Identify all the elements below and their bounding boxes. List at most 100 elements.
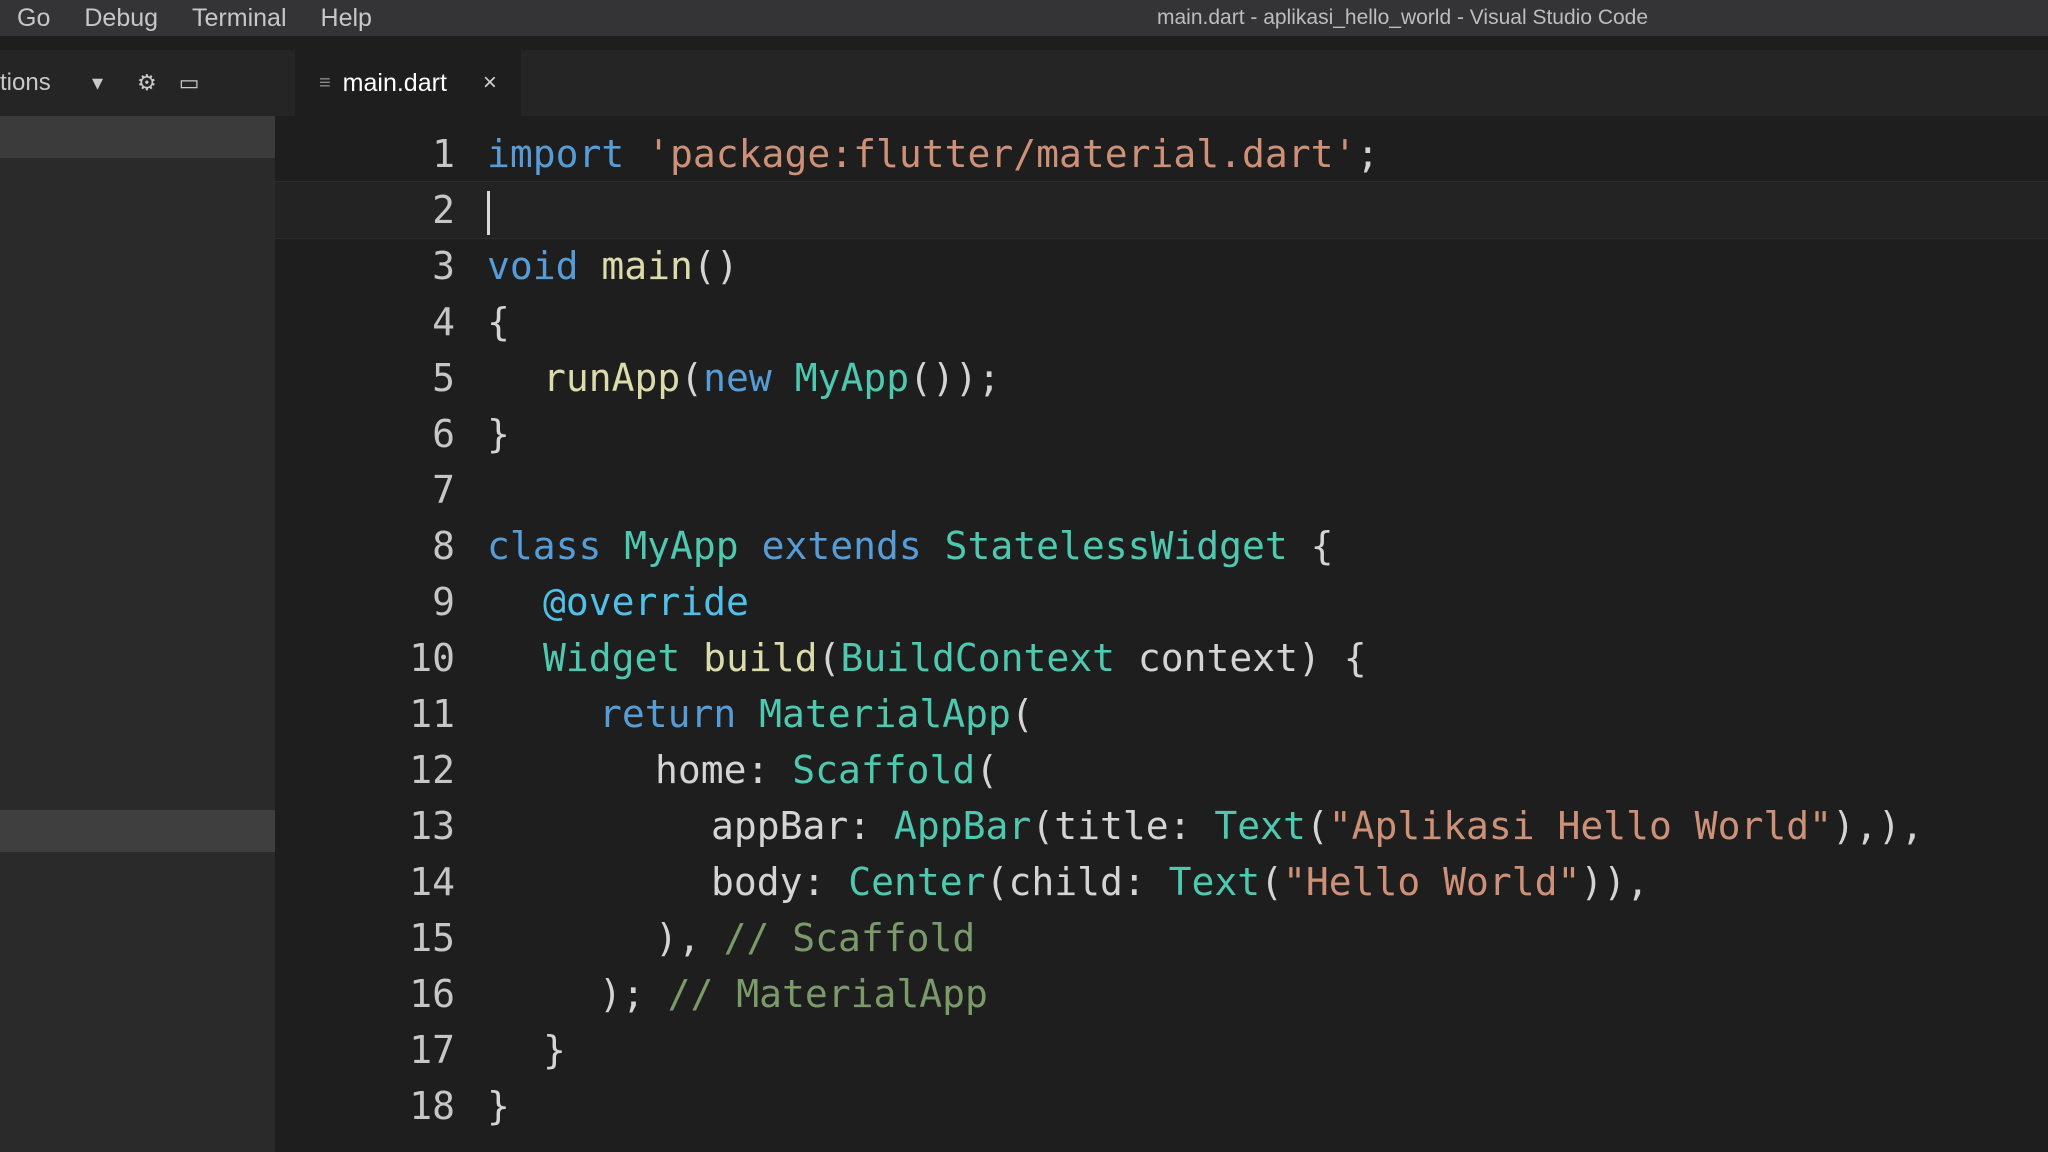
code-token: 'package:flutter/material.dart' bbox=[647, 132, 1357, 176]
code-token: } bbox=[487, 412, 510, 456]
code-token: body: bbox=[711, 860, 849, 904]
code-token: AppBar bbox=[894, 804, 1032, 848]
code-token: ( bbox=[1260, 860, 1283, 904]
menu-bar: Go Debug Terminal Help bbox=[0, 0, 389, 36]
code-token: MyApp bbox=[794, 356, 910, 400]
code-line[interactable]: 3 void main() bbox=[275, 238, 2048, 294]
code-line[interactable]: 17} bbox=[275, 1022, 2048, 1078]
code-token: ); bbox=[599, 972, 668, 1016]
code-line[interactable]: 6} bbox=[275, 406, 2048, 462]
code-line[interactable]: 16); // MaterialApp bbox=[275, 966, 2048, 1022]
code-token: BuildContext bbox=[840, 636, 1115, 680]
code-line[interactable]: 10 Widget build(BuildContext context) { bbox=[275, 630, 2048, 686]
menu-help[interactable]: Help bbox=[304, 0, 389, 36]
code-line[interactable]: 7 bbox=[275, 462, 2048, 518]
code-line[interactable]: 18} bbox=[275, 1078, 2048, 1134]
sidebar-selected-row[interactable] bbox=[0, 116, 275, 158]
code-line[interactable]: 1 import 'package:flutter/material.dart'; bbox=[275, 126, 2048, 182]
line-source: } bbox=[487, 1078, 510, 1134]
line-source: import 'package:flutter/material.dart'; bbox=[487, 126, 1379, 182]
code-line[interactable]: 5 runApp(new MyApp()); bbox=[275, 350, 2048, 406]
sidebar-header-label: tions bbox=[0, 69, 51, 96]
split-icon[interactable]: ▭ bbox=[179, 71, 200, 96]
code-token: context) { bbox=[1115, 636, 1367, 680]
sidebar bbox=[0, 116, 275, 1152]
line-number: 6 bbox=[432, 412, 455, 456]
code-line[interactable]: 4{ bbox=[275, 294, 2048, 350]
line-source: return MaterialApp( bbox=[599, 686, 1034, 742]
line-source: class MyApp extends StatelessWidget { bbox=[487, 518, 1334, 574]
vscode-window: Go Debug Terminal Help main.dart - aplik… bbox=[0, 0, 2048, 1152]
code-token: Text bbox=[1168, 860, 1261, 904]
code-token: "Aplikasi Hello World" bbox=[1328, 804, 1833, 848]
code-token: StatelessWidget bbox=[944, 524, 1288, 568]
code-token: (title: bbox=[1031, 804, 1215, 848]
code-token: runApp bbox=[543, 356, 681, 400]
close-icon[interactable]: × bbox=[483, 69, 497, 97]
code-token: // Scaffold bbox=[723, 916, 976, 960]
line-number: 15 bbox=[409, 916, 455, 960]
code-token: ( bbox=[975, 748, 999, 792]
menu-debug[interactable]: Debug bbox=[67, 0, 175, 36]
tab-bar: ≡ main.dart × bbox=[275, 50, 2048, 116]
text-cursor bbox=[487, 190, 490, 235]
code-token: @override bbox=[543, 580, 749, 624]
code-line[interactable]: 14 body: Center(child: Text("Hello World"… bbox=[275, 854, 2048, 910]
code-line[interactable]: 13 appBar: AppBar(title: Text("Aplikasi H… bbox=[275, 798, 2048, 854]
code-line[interactable]: 15 ), // Scaffold bbox=[275, 910, 2048, 966]
line-source: ), // Scaffold bbox=[655, 910, 975, 966]
line-number: 4 bbox=[432, 300, 455, 344]
code-token: home: bbox=[655, 748, 793, 792]
line-number: 18 bbox=[409, 1084, 455, 1128]
code-token: Center bbox=[848, 860, 986, 904]
code-token: () bbox=[692, 244, 739, 288]
code-token: ),), bbox=[1832, 804, 1924, 848]
code-token: appBar: bbox=[711, 804, 895, 848]
line-number: 13 bbox=[409, 804, 455, 848]
sidebar-hover-row[interactable] bbox=[0, 810, 275, 852]
code-token: Scaffold bbox=[792, 748, 976, 792]
menu-terminal[interactable]: Terminal bbox=[175, 0, 303, 36]
window-title: main.dart - aplikasi_hello_world - Visua… bbox=[1157, 6, 1649, 29]
line-number: 2 bbox=[432, 188, 455, 232]
line-source: { bbox=[487, 294, 510, 350]
code-token: "Hello World" bbox=[1283, 860, 1581, 904]
code-token: main bbox=[601, 244, 693, 288]
code-line[interactable]: 8 class MyApp extends StatelessWidget { bbox=[275, 518, 2048, 574]
code-editor[interactable]: 1 import 'package:flutter/material.dart';… bbox=[274, 116, 2048, 1152]
code-token: } bbox=[543, 1028, 566, 1072]
code-lines: 1 import 'package:flutter/material.dart';… bbox=[274, 126, 2048, 1134]
code-token: return bbox=[599, 692, 737, 736]
line-number: 3 bbox=[432, 244, 455, 288]
line-source: runApp(new MyApp()); bbox=[543, 350, 1001, 406]
code-line[interactable]: 9 @override bbox=[275, 574, 2048, 630]
chevron-down-icon[interactable]: ▾ bbox=[92, 71, 103, 96]
menu-go[interactable]: Go bbox=[0, 0, 67, 36]
code-line[interactable]: 11 return MaterialApp( bbox=[275, 686, 2048, 742]
code-token: extends bbox=[761, 524, 922, 568]
line-number: 9 bbox=[432, 580, 455, 624]
line-number: 17 bbox=[409, 1028, 455, 1072]
gear-icon[interactable]: ⚙ bbox=[137, 71, 157, 96]
line-number: 14 bbox=[409, 860, 455, 904]
line-number: 16 bbox=[409, 972, 455, 1016]
line-source: body: Center(child: Text("Hello World"))… bbox=[711, 854, 1649, 910]
line-source bbox=[487, 182, 490, 238]
line-source: appBar: AppBar(title: Text("Aplikasi Hel… bbox=[711, 798, 1924, 854]
code-token: class bbox=[487, 524, 602, 568]
code-token: { bbox=[1287, 524, 1334, 568]
line-number: 1 bbox=[432, 132, 455, 176]
code-line[interactable]: 12 home: Scaffold( bbox=[275, 742, 2048, 798]
line-source: @override bbox=[543, 574, 749, 630]
code-token: import bbox=[487, 132, 625, 176]
line-source: void main() bbox=[487, 238, 739, 294]
line-number: 12 bbox=[409, 748, 455, 792]
code-line[interactable]: 2 bbox=[274, 181, 2048, 239]
code-token: ( bbox=[1010, 692, 1034, 736]
code-token: // MaterialApp bbox=[667, 972, 988, 1016]
tab-main-dart[interactable]: ≡ main.dart × bbox=[295, 50, 521, 116]
